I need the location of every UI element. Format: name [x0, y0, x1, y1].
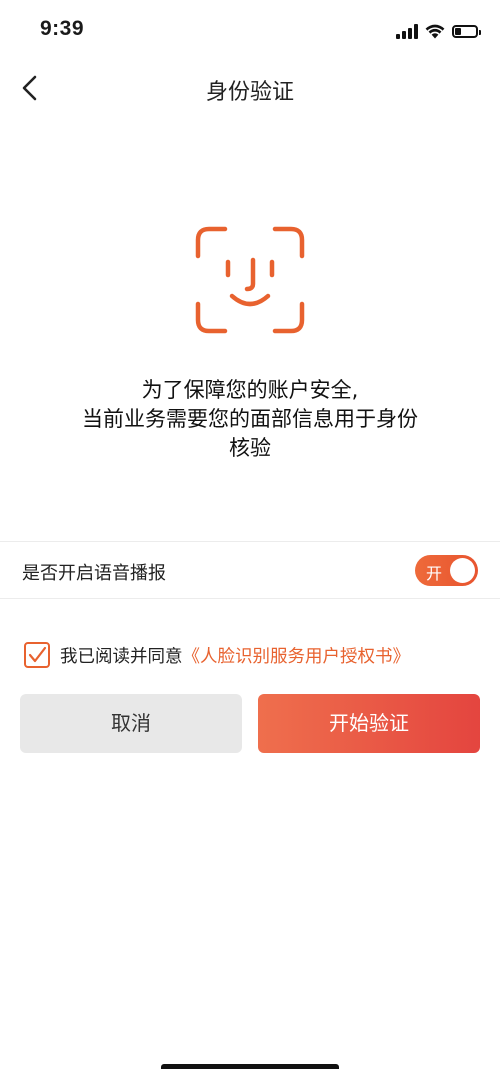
nav-bar: 身份验证 [0, 60, 500, 116]
face-verification-description: 为了保障您的账户安全, 当前业务需要您的面部信息用于身份 核验 [40, 376, 460, 463]
page-title: 身份验证 [205, 80, 294, 105]
check-icon [28, 646, 47, 663]
toggle-knob [450, 558, 475, 583]
status-bar: 9:39 [0, 0, 500, 60]
voice-broadcast-toggle[interactable]: 开 [415, 555, 478, 586]
battery-fill [455, 27, 461, 35]
description-line-2: 当前业务需要您的面部信息用于身份 [82, 407, 418, 431]
signal-icon [396, 23, 418, 39]
toggle-on-text: 开 [426, 564, 443, 583]
agreement-text: 我已阅读并同意 [60, 646, 183, 667]
start-verification-button[interactable]: 开始验证 [258, 694, 480, 753]
battery-icon [452, 24, 481, 38]
voice-broadcast-label: 是否开启语音播报 [22, 563, 166, 584]
description-line-3: 核验 [229, 436, 271, 460]
home-indicator [161, 1064, 339, 1069]
authorization-link[interactable]: 《人脸识别服务用户授权书》 [183, 643, 411, 668]
status-time: 9:39 [40, 17, 85, 40]
agreement-row: 我已阅读并同意 《人脸识别服务用户授权书》 [24, 640, 410, 670]
status-icons [396, 20, 481, 42]
wifi-icon [425, 24, 445, 38]
description-line-1: 为了保障您的账户安全, [141, 378, 359, 402]
cancel-button[interactable]: 取消 [20, 694, 242, 753]
voice-broadcast-row: 是否开启语音播报 开 [0, 541, 500, 599]
face-id-icon [195, 226, 305, 334]
agreement-checkbox[interactable] [24, 642, 50, 668]
